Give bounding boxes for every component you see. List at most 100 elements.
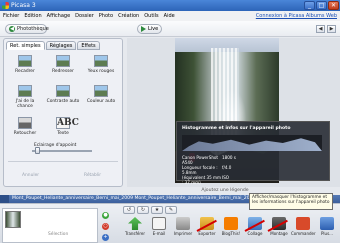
crop-button[interactable]: Recadrer — [8, 55, 42, 74]
edit-panel: Ret. simples Réglages Effets Recadrer Re… — [3, 38, 123, 187]
menu-bar: Fichier Edition Affichage Dossier Photo … — [0, 11, 340, 21]
picasa-logo-icon — [2, 2, 9, 9]
action-label: Commander — [291, 231, 316, 236]
camera-info-key: Longueur focale : 5.8mm — [182, 165, 218, 175]
back-arrow-icon: ◀ — [9, 26, 15, 32]
upload-button[interactable]: Transférer — [123, 217, 147, 236]
menu-dossier[interactable]: Dossier — [75, 11, 94, 21]
more-button[interactable]: Plus... — [315, 217, 339, 236]
tag-button[interactable]: ✎ — [165, 206, 177, 214]
panel-divider — [8, 161, 118, 162]
tool-label: Contraste auto — [46, 99, 80, 104]
edit-tabs: Ret. simples Réglages Effets — [6, 41, 100, 50]
action-label: BlogThis! — [221, 231, 241, 236]
red-eye-icon — [94, 55, 108, 67]
rotate-right-button[interactable]: ↻ — [137, 206, 149, 214]
tab-effects[interactable]: Effets — [77, 41, 100, 50]
close-button[interactable]: ✕ — [328, 1, 339, 10]
text-icon: ABC — [56, 117, 79, 129]
fill-light-slider-handle[interactable] — [35, 147, 40, 154]
photo-edit-buttons: ↺ ↻ ★ ✎ — [123, 206, 177, 214]
filmstrip-toggle[interactable] — [0, 195, 9, 203]
histogram-graph — [182, 135, 322, 151]
share-actions: Transférer E-mail Imprimer Exporter Blog… — [123, 217, 339, 236]
tool-label: Texte — [57, 131, 69, 136]
order-icon — [296, 217, 310, 230]
action-label: Collage — [247, 231, 263, 236]
auto-contrast-icon — [56, 85, 70, 97]
add-to-album-icon[interactable]: + — [102, 234, 109, 241]
print-button[interactable]: Imprimer — [171, 217, 195, 236]
histogram-tooltip: Afficher/masquer l'histogramme et les in… — [249, 193, 333, 210]
toolbar: ◀ Photothèque Live ◀ ▶ — [0, 21, 340, 37]
menu-creation[interactable]: Création — [118, 11, 139, 21]
tool-label: Retoucher — [13, 131, 37, 136]
redo-button[interactable]: Rétablir — [84, 173, 101, 178]
camera-info-key: (équivalent 35 mm : 37 mm) — [182, 175, 222, 185]
blogthis-button[interactable]: BlogThis! — [219, 217, 243, 236]
hold-photo-icon[interactable]: ● — [102, 212, 109, 219]
auto-contrast-button[interactable]: Contraste auto — [46, 85, 80, 104]
print-icon — [176, 217, 190, 230]
crop-icon — [18, 55, 32, 67]
tool-label: Redresser — [52, 69, 74, 74]
fill-light-label: Eclairage d'appoint — [34, 143, 77, 148]
undo-button[interactable]: Annuler — [22, 173, 39, 178]
more-icon — [320, 217, 334, 230]
feeling-lucky-button[interactable]: J'ai de la chance — [8, 85, 42, 109]
action-label: Montage — [270, 231, 288, 236]
retouch-button[interactable]: Retoucher — [8, 117, 42, 136]
rotate-left-button[interactable]: ↺ — [123, 206, 135, 214]
auto-color-icon — [94, 85, 108, 97]
tool-label: J'ai de la chance — [15, 99, 35, 109]
blogger-icon — [224, 217, 238, 230]
next-photo-button[interactable]: ▶ — [327, 25, 336, 33]
fill-light-slider-track[interactable] — [32, 150, 92, 152]
maximize-button[interactable]: □ — [316, 1, 327, 10]
retouch-icon — [18, 117, 32, 129]
action-label: Transférer — [124, 231, 146, 236]
previous-photo-button[interactable]: ◀ — [316, 25, 325, 33]
title-bar: Picasa 3 _ □ ✕ — [0, 0, 340, 11]
web-albums-login-link[interactable]: Connexion à Picasa Albums Web — [256, 11, 337, 21]
window-controls: _ □ ✕ — [304, 1, 339, 10]
menu-fichier[interactable]: Fichier — [3, 11, 19, 21]
text-button[interactable]: ABC Texte — [46, 117, 80, 136]
menu-affichage[interactable]: Affichage — [47, 11, 71, 21]
histogram-title: Histogramme et infos sur l'appareil phot… — [182, 126, 291, 131]
menu-outils[interactable]: Outils — [144, 11, 158, 21]
tool-label: Couleur auto — [86, 99, 116, 104]
star-button[interactable]: ★ — [151, 206, 163, 214]
minimize-button[interactable]: _ — [304, 1, 315, 10]
action-label: Imprimer — [173, 231, 193, 236]
tab-tuning[interactable]: Réglages — [45, 41, 77, 50]
straighten-icon — [56, 55, 70, 67]
selected-photo-thumbnail[interactable] — [5, 211, 21, 228]
window-title: Picasa 3 — [11, 2, 36, 9]
live-label: Live — [148, 26, 159, 32]
photo-nav: ◀ ▶ — [316, 25, 336, 33]
action-label: Plus... — [321, 231, 333, 236]
auto-color-button[interactable]: Couleur auto — [84, 85, 118, 104]
camera-info-key: Canon PowerShot A540 — [182, 155, 219, 165]
feeling-lucky-icon — [18, 85, 32, 97]
live-button[interactable]: Live — [137, 24, 162, 34]
camera-info-value: ISO — [222, 175, 230, 180]
camera-info-value: 1800 s — [222, 155, 236, 160]
red-eye-button[interactable]: Yeux rouges — [84, 55, 118, 74]
camera-info-value: f/4.0 — [222, 165, 232, 170]
tool-label: Recadrer — [15, 69, 35, 74]
selection-label: Sélection — [48, 232, 69, 237]
straighten-button[interactable]: Redresser — [46, 55, 80, 74]
back-to-library-button[interactable]: ◀ Photothèque — [5, 24, 49, 34]
tab-basic-fixes[interactable]: Ret. simples — [6, 41, 45, 50]
picasa-window: Picasa 3 _ □ ✕ Fichier Edition Affichage… — [0, 0, 340, 243]
play-icon — [141, 26, 146, 32]
menu-edition[interactable]: Edition — [24, 11, 41, 21]
menu-photo[interactable]: Photo — [99, 11, 113, 21]
camera-info: Canon PowerShot A540 1800 s Longueur foca… — [182, 155, 236, 185]
clear-tray-icon[interactable]: ○ — [102, 223, 109, 230]
email-button[interactable]: E-mail — [147, 217, 171, 236]
menu-aide[interactable]: Aide — [164, 11, 175, 21]
order-button[interactable]: Commander — [291, 217, 316, 236]
